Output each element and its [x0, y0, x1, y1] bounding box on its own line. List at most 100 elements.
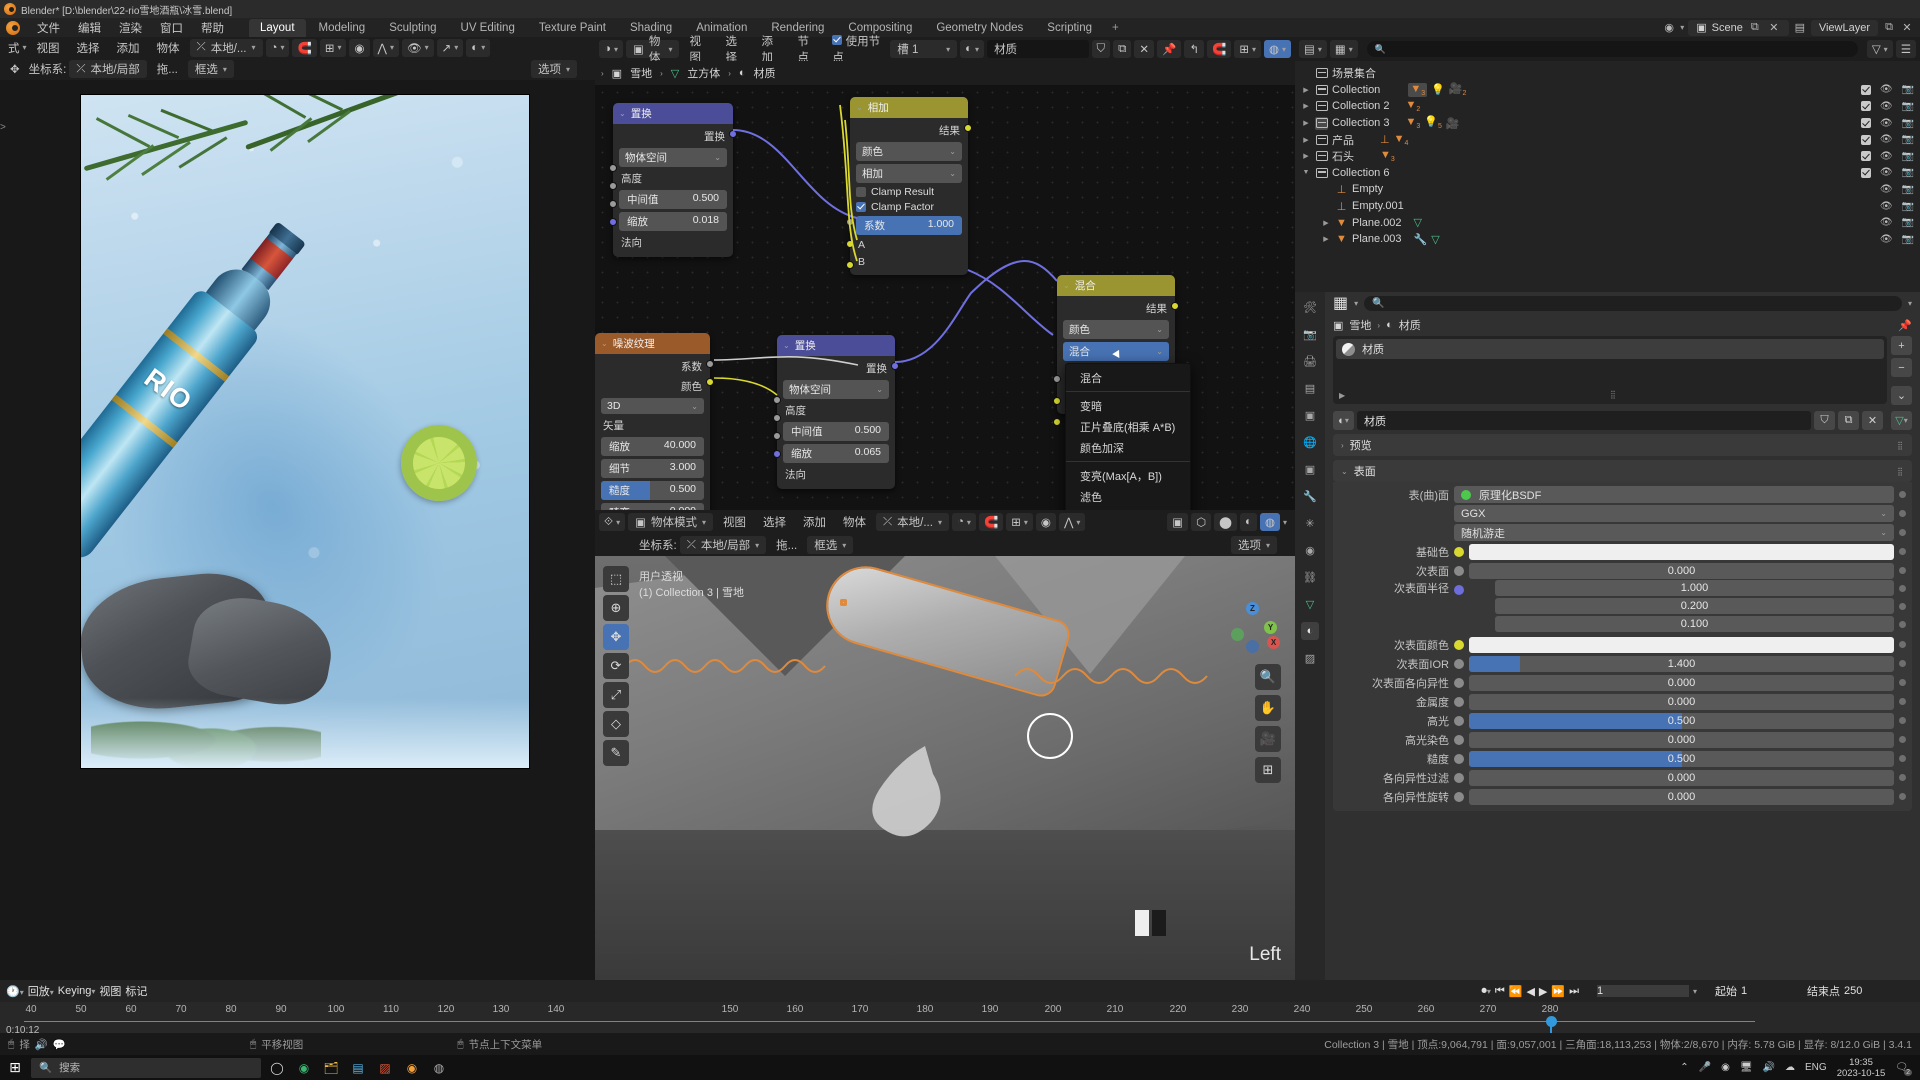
- render-engine-chevron-icon[interactable]: ▾: [1680, 23, 1684, 32]
- camera-render-icon-4[interactable]: 📷: [1902, 134, 1914, 145]
- workspace-tab-sculpting[interactable]: Sculpting: [378, 19, 447, 37]
- prop-value-radius-z[interactable]: 0.100: [1495, 616, 1894, 632]
- workspace-tab-add[interactable]: +: [1105, 19, 1126, 37]
- proportional-edit-button[interactable]: ◉: [349, 39, 369, 57]
- tray-app-icon[interactable]: ◉: [1721, 1062, 1730, 1073]
- timeline-menu-view[interactable]: 视图: [99, 983, 121, 999]
- playhead-knob[interactable]: [1546, 1016, 1557, 1027]
- outliner-row-collection[interactable]: ▶ Collection ▼3 💡 🎥2 👁📷: [1295, 82, 1920, 99]
- enable-checkbox[interactable]: [1861, 85, 1871, 95]
- workspace-tab-uv-editing[interactable]: UV Editing: [450, 19, 526, 37]
- socket-dot-metallic[interactable]: [1454, 697, 1464, 707]
- animate-dot-7[interactable]: [1899, 660, 1906, 667]
- outliner-row-empty-001[interactable]: ⊥ Empty.001 👁📷: [1295, 198, 1920, 215]
- node-noise-texture[interactable]: ⌄ 噪波纹理 系数 颜色 3D⌄ 矢量 缩放 40.000 细节 3.000: [595, 333, 710, 510]
- camera-render-icon-9[interactable]: 📷: [1902, 217, 1914, 228]
- eye-icon-3[interactable]: 👁: [1880, 118, 1893, 129]
- prop-value-anisotropic[interactable]: 0.000: [1469, 770, 1894, 786]
- blender-menu-icon[interactable]: [6, 21, 20, 35]
- animate-dot-8[interactable]: [1899, 679, 1906, 686]
- socket-dot-specular-tint[interactable]: [1454, 735, 1464, 745]
- socket-midlevel-in[interactable]: [609, 182, 617, 190]
- next-keyframe-button[interactable]: ⏩: [1551, 985, 1565, 998]
- material-slot-selector[interactable]: 槽 1 ▾: [890, 40, 957, 58]
- prop-value-specular-tint[interactable]: 0.000: [1469, 732, 1894, 748]
- timeline-keying-menu[interactable]: Keying▾: [58, 985, 96, 997]
- enable-checkbox-6[interactable]: [1861, 168, 1871, 178]
- outliner-row-plane-002[interactable]: ▶ ▼ Plane.002 ▽ 👁📷: [1295, 214, 1920, 231]
- node-header-noise[interactable]: ⌄ 噪波纹理: [595, 333, 710, 354]
- eye-icon-2[interactable]: 👁: [1880, 101, 1893, 112]
- chevron-down-icon-add[interactable]: ⌄: [856, 103, 863, 112]
- node-noise-scale[interactable]: 缩放 40.000: [601, 437, 704, 456]
- left-menu-select[interactable]: 选择: [70, 38, 107, 58]
- left-options-button[interactable]: 选项 ▾: [531, 60, 577, 78]
- node-noise-roughness[interactable]: 糙度 0.500: [601, 481, 704, 500]
- node-mix-datatype-dropdown[interactable]: 颜色⌄: [1063, 320, 1169, 339]
- tab-object-icon[interactable]: ▣: [1301, 460, 1319, 478]
- camera-render-icon-10[interactable]: 📷: [1902, 234, 1914, 245]
- prop-value-subsurface-ior[interactable]: 1.400: [1469, 656, 1894, 672]
- gizmo-axis-z-neg[interactable]: [1246, 640, 1259, 653]
- viewport-proportional-button[interactable]: ◉: [1036, 513, 1056, 531]
- outliner-row-stone[interactable]: ▶ 石头 ▼3 👁📷: [1295, 148, 1920, 165]
- outliner-filter-button[interactable]: ▽▾: [1867, 40, 1893, 58]
- socket-dot-subsurface-radius[interactable]: [1454, 585, 1464, 595]
- expand-triangle-icon-7[interactable]: ▶: [1321, 235, 1331, 243]
- tab-data-icon[interactable]: ▽: [1301, 595, 1319, 613]
- outliner-row-collection-6[interactable]: ▼ Collection 6 👁📷: [1295, 165, 1920, 182]
- menu-item-color-dodge[interactable]: 颜色减淡: [1066, 507, 1190, 510]
- properties-search-input[interactable]: 🔍: [1364, 296, 1902, 311]
- node-dimensions-dropdown[interactable]: 3D⌄: [601, 398, 704, 414]
- animate-dot-0[interactable]: [1899, 491, 1906, 498]
- zoom-icon[interactable]: 🔍: [1255, 664, 1281, 690]
- node-datatype-dropdown[interactable]: 颜色⌄: [856, 142, 962, 161]
- viewport-camera-icon[interactable]: ▣: [1167, 513, 1188, 531]
- eye-icon-8[interactable]: 👁: [1880, 201, 1893, 212]
- menu-item-lighten[interactable]: 变亮(Max[A，B]): [1066, 465, 1190, 486]
- socket-factor-in[interactable]: [846, 218, 854, 226]
- shading-wireframe-icon[interactable]: ⬡: [1191, 513, 1211, 531]
- copy-material-button[interactable]: ⧉: [1113, 40, 1131, 58]
- tab-viewlayer-icon[interactable]: ▤: [1301, 379, 1319, 397]
- shading-button[interactable]: ◐▾: [466, 39, 490, 57]
- swatch-white[interactable]: [1135, 910, 1149, 936]
- add-material-slot-button[interactable]: +: [1891, 336, 1912, 355]
- viewport-editor-type-button[interactable]: ⟐▾: [599, 513, 625, 531]
- enable-checkbox-5[interactable]: [1861, 151, 1871, 161]
- subsurface-method-dropdown[interactable]: 随机游走⌄: [1454, 524, 1894, 541]
- tool-annotate[interactable]: ✎: [603, 740, 629, 766]
- menu-file[interactable]: 文件: [28, 18, 69, 38]
- prop-value-roughness[interactable]: 0.500: [1469, 751, 1894, 767]
- timeline-menu-marker[interactable]: 标记: [125, 983, 147, 999]
- snap-node-button[interactable]: 🧲: [1207, 40, 1231, 58]
- animate-dot-1[interactable]: [1899, 510, 1906, 517]
- shading-rendered-icon[interactable]: ◍: [1260, 513, 1280, 531]
- prop-value-specular[interactable]: 0.500: [1469, 713, 1894, 729]
- node-input-midlevel[interactable]: 中间值 0.500: [619, 190, 727, 209]
- app-icon-3[interactable]: ◍: [428, 1058, 450, 1078]
- left-drag-selector[interactable]: 框选 ▾: [188, 60, 234, 78]
- animate-dot-5b[interactable]: [1899, 603, 1906, 610]
- frame-dropdown-icon[interactable]: ▾: [1693, 987, 1697, 996]
- enable-checkbox-2[interactable]: [1861, 101, 1871, 111]
- socket-a-in[interactable]: [846, 240, 854, 248]
- socket-mix-result-out[interactable]: [1171, 302, 1179, 310]
- breadcrumb-collapse-icon[interactable]: ›: [601, 69, 604, 78]
- tool-move[interactable]: ✥: [603, 624, 629, 650]
- scene-selector[interactable]: ▣ Scene ⧉ ✕: [1688, 20, 1789, 36]
- socket-mix-b-in[interactable]: [1053, 418, 1061, 426]
- blender-taskbar-icon[interactable]: ◉: [401, 1058, 423, 1078]
- node-mix-add[interactable]: ⌄ 相加 结果 颜色⌄ 相加⌄ Clamp Result Clamp Facto…: [850, 97, 968, 275]
- clamp-factor-checkbox[interactable]: Clamp Factor: [856, 201, 962, 213]
- socket-mix-factor-in[interactable]: [1053, 375, 1061, 383]
- socket-scale-in[interactable]: [609, 200, 617, 208]
- enable-checkbox-3[interactable]: [1861, 118, 1871, 128]
- material-copy-icon[interactable]: ⧉: [1838, 411, 1859, 430]
- socket-displacement-out[interactable]: [729, 130, 737, 138]
- expand-triangle-icon[interactable]: ▶: [1301, 86, 1311, 94]
- distribution-dropdown[interactable]: GGX⌄: [1454, 505, 1894, 522]
- chevron-down-icon-mix[interactable]: ⌄: [1063, 281, 1070, 290]
- viewport-drag-selector[interactable]: 框选 ▾: [807, 536, 853, 554]
- timeline-ruler[interactable]: 40 50 60 70 80 90 100 110 120 130 140 15…: [0, 1002, 1920, 1022]
